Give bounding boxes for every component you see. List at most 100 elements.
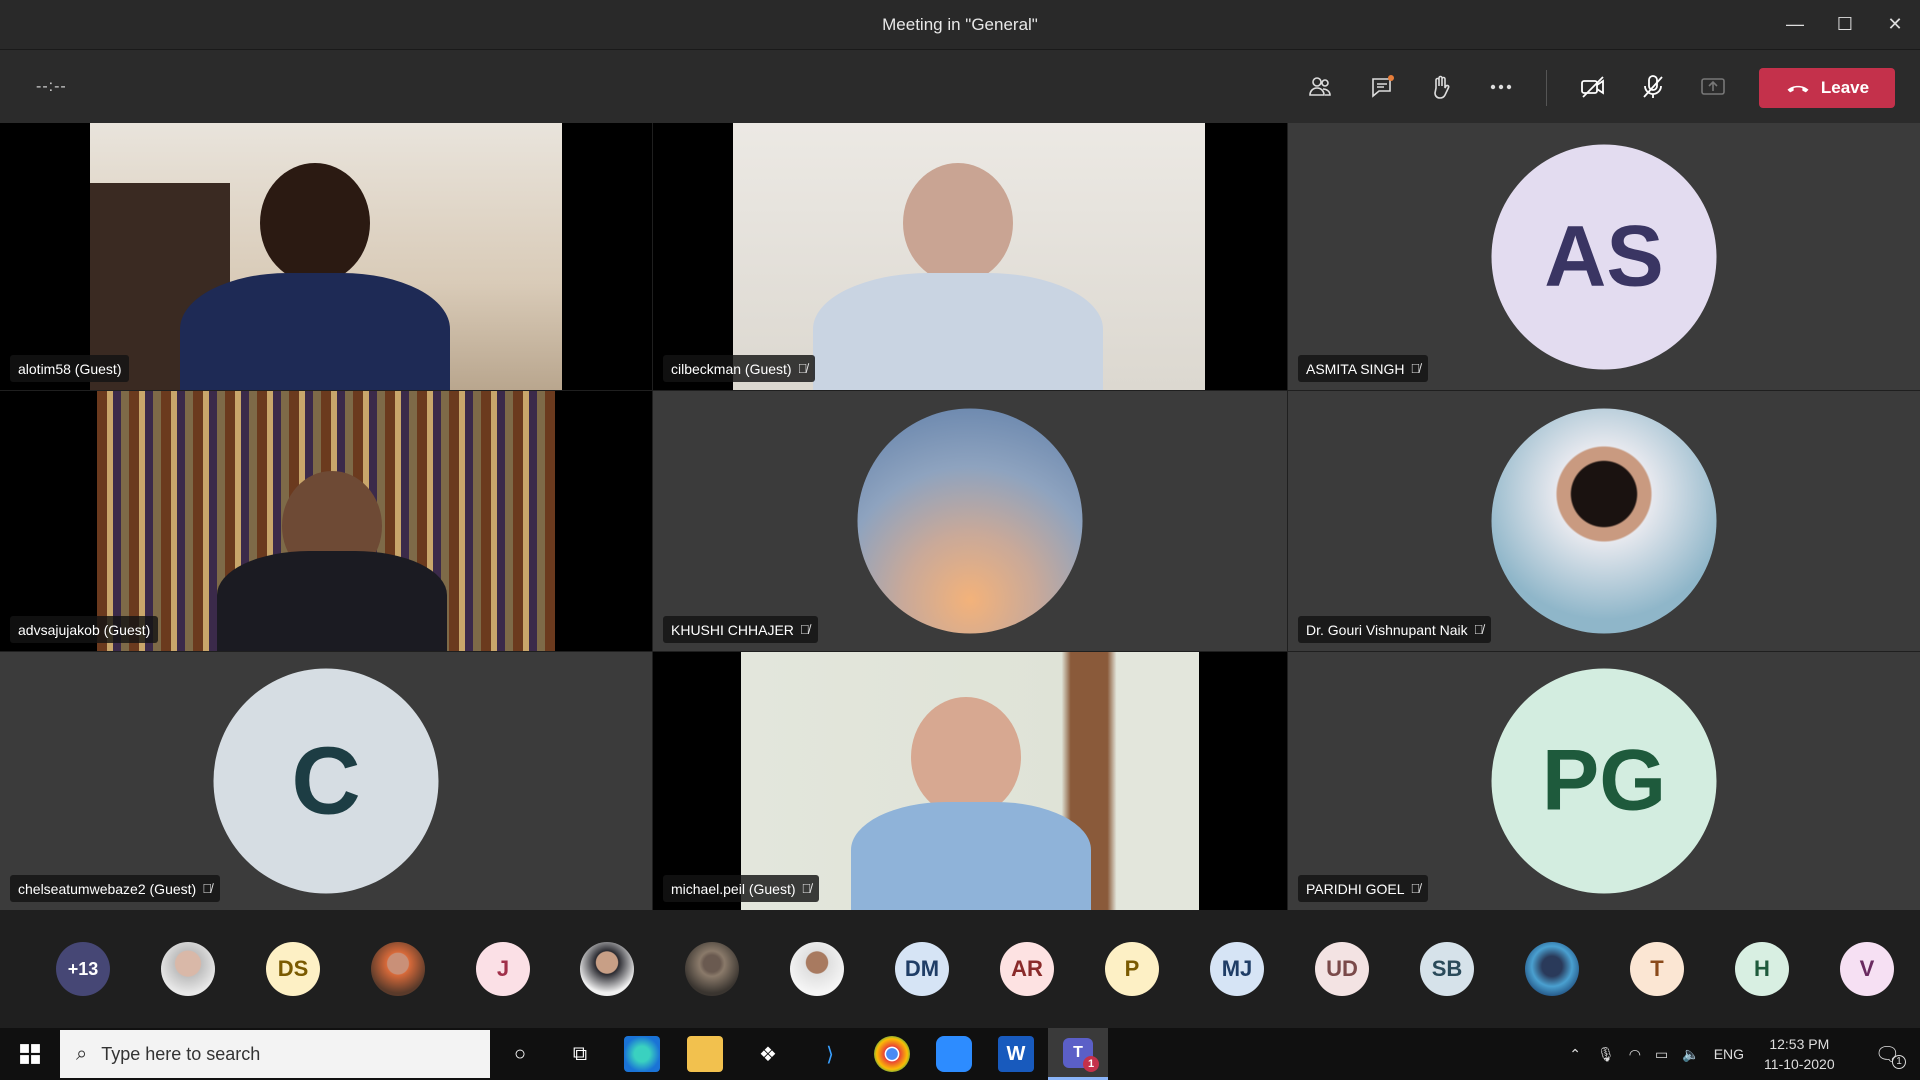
participant-name: KHUSHI CHHAJER xyxy=(671,621,794,638)
participant-photo xyxy=(1491,408,1717,634)
participant-name: cilbeckman (Guest) xyxy=(671,360,792,377)
participant-name: chelseatumwebaze2 (Guest) xyxy=(18,880,197,897)
participant-name: ASMITA SINGH xyxy=(1306,360,1405,377)
participant-name: Dr. Gouri Vishnupant Naik xyxy=(1306,621,1468,638)
participant-name: alotim58 (Guest) xyxy=(18,360,122,377)
participant-thumb[interactable]: DM xyxy=(895,942,949,996)
meeting-timer: --:-- xyxy=(36,78,67,95)
participant-tile[interactable]: alotim58 (Guest) xyxy=(0,123,652,390)
microphone-icon[interactable]: 🎙 xyxy=(1597,1046,1615,1063)
mic-muted-icon: 🎙̸ xyxy=(801,881,812,896)
system-tray: ⌃ 🎙 ◠ ▭ 🔈 ENG 12:53 PM 11-10-2020 🗨 1 xyxy=(1569,1028,1920,1080)
participant-thumb[interactable]: H xyxy=(1735,942,1789,996)
participant-thumb[interactable]: T xyxy=(1630,942,1684,996)
edge-icon[interactable] xyxy=(624,1036,660,1072)
overflow-participants[interactable]: +13 xyxy=(56,942,110,996)
participant-name-tag: Dr. Gouri Vishnupant Naik 🎙̸ xyxy=(1298,616,1492,643)
participant-tile[interactable]: cilbeckman (Guest) 🎙̸ xyxy=(653,123,1287,390)
chat-icon[interactable] xyxy=(1362,69,1402,105)
volume-icon[interactable]: 🔈 xyxy=(1682,1046,1699,1063)
participant-thumb[interactable] xyxy=(790,942,844,996)
participant-name: michael.peil (Guest) xyxy=(671,880,796,897)
battery-icon[interactable]: ▭ xyxy=(1655,1046,1668,1063)
maximize-icon[interactable]: ☐ xyxy=(1820,0,1870,49)
participant-thumb[interactable] xyxy=(1525,942,1579,996)
participant-thumb[interactable] xyxy=(580,942,634,996)
participant-thumb[interactable]: V xyxy=(1840,942,1894,996)
window-title: Meeting in "General" xyxy=(882,14,1038,34)
mic-off-icon[interactable] xyxy=(1633,69,1673,105)
language-indicator[interactable]: ENG xyxy=(1714,1046,1744,1062)
windows-start-icon[interactable] xyxy=(12,1036,48,1072)
person-body xyxy=(217,551,447,651)
participant-tile[interactable]: C chelseatumwebaze2 (Guest) 🎙̸ xyxy=(0,652,652,910)
file-explorer-icon[interactable] xyxy=(687,1036,723,1072)
participant-tile[interactable]: KHUSHI CHHAJER 🎙̸ xyxy=(653,391,1287,651)
window-controls: — ☐ ✕ xyxy=(1770,0,1920,49)
participant-tile[interactable]: advsajujakob (Guest) xyxy=(0,391,652,651)
phone-hangup-icon xyxy=(1787,85,1809,93)
participant-name-tag: KHUSHI CHHAJER 🎙̸ xyxy=(663,616,818,643)
mic-muted-icon: 🎙̸ xyxy=(1473,622,1484,637)
participant-thumb[interactable] xyxy=(371,942,425,996)
participant-thumb[interactable] xyxy=(685,942,739,996)
chevron-up-icon[interactable]: ⌃ xyxy=(1569,1046,1581,1063)
participant-thumb[interactable]: J xyxy=(476,942,530,996)
participant-name: PARIDHI GOEL xyxy=(1306,880,1405,897)
mic-muted-icon: 🎙̸ xyxy=(799,622,810,637)
clock-time: 12:53 PM xyxy=(1769,1036,1830,1052)
participant-avatar: C xyxy=(213,668,439,894)
participant-tile[interactable]: PG PARIDHI GOEL 🎙̸ xyxy=(1288,652,1920,910)
participant-name-tag: michael.peil (Guest) 🎙̸ xyxy=(663,875,820,902)
clock-date: 11-10-2020 xyxy=(1764,1056,1835,1072)
participant-thumb[interactable]: DS xyxy=(266,942,320,996)
share-screen-icon[interactable] xyxy=(1693,69,1733,105)
minimize-icon[interactable]: — xyxy=(1770,0,1820,49)
participant-name-tag: PARIDHI GOEL 🎙̸ xyxy=(1298,875,1429,902)
participant-name-tag: cilbeckman (Guest) 🎙̸ xyxy=(663,355,816,382)
cortana-icon[interactable]: ○ xyxy=(502,1036,538,1072)
search-placeholder: Type here to search xyxy=(101,1043,261,1064)
person-head xyxy=(903,163,1013,283)
video-feed xyxy=(733,123,1205,390)
leave-button[interactable]: Leave xyxy=(1759,68,1895,108)
participant-thumb[interactable]: AR xyxy=(1000,942,1054,996)
video-feed xyxy=(741,652,1199,910)
video-feed xyxy=(97,391,555,651)
participant-strip: +13 DS J DM AR P MJ UD SB T H V xyxy=(0,910,1920,1028)
participant-name-tag: chelseatumwebaze2 (Guest) 🎙̸ xyxy=(10,875,220,902)
vscode-icon[interactable]: ⟩ xyxy=(812,1036,848,1072)
notifications-icon[interactable]: 🗨 1 xyxy=(1875,1042,1906,1069)
leave-button-label: Leave xyxy=(1820,78,1870,97)
participants-icon[interactable] xyxy=(1300,69,1340,105)
more-options-icon[interactable] xyxy=(1481,69,1521,105)
close-icon[interactable]: ✕ xyxy=(1870,0,1920,49)
taskbar-search-box[interactable]: ⌕ Type here to search xyxy=(60,1030,490,1078)
participant-thumb[interactable]: MJ xyxy=(1210,942,1264,996)
participant-avatar: AS xyxy=(1491,144,1717,369)
participant-photo xyxy=(857,408,1083,634)
person-head xyxy=(260,163,370,283)
task-view-icon[interactable]: ⧉ xyxy=(562,1036,598,1072)
participant-name-tag: ASMITA SINGH 🎙̸ xyxy=(1298,355,1429,382)
participant-thumb[interactable]: UD xyxy=(1315,942,1369,996)
participant-name: advsajujakob (Guest) xyxy=(18,621,151,638)
person-body xyxy=(851,802,1091,910)
chrome-icon[interactable] xyxy=(874,1036,910,1072)
zoom-icon[interactable] xyxy=(936,1036,972,1072)
wifi-icon[interactable]: ◠ xyxy=(1629,1046,1641,1063)
participant-tile[interactable]: AS ASMITA SINGH 🎙̸ xyxy=(1288,123,1920,390)
participant-tile[interactable]: michael.peil (Guest) 🎙̸ xyxy=(653,652,1287,910)
mic-muted-icon: 🎙̸ xyxy=(202,881,212,896)
word-icon[interactable]: W xyxy=(998,1036,1034,1072)
camera-off-icon[interactable] xyxy=(1573,69,1613,105)
raise-hand-icon[interactable] xyxy=(1421,69,1461,105)
participant-thumb[interactable]: SB xyxy=(1420,942,1474,996)
participant-thumb[interactable]: P xyxy=(1105,942,1159,996)
dropbox-icon[interactable]: ❖ xyxy=(750,1036,786,1072)
participant-thumb[interactable] xyxy=(161,942,215,996)
teams-taskbar-button[interactable]: T1 xyxy=(1048,1028,1108,1080)
taskbar-clock[interactable]: 12:53 PM 11-10-2020 xyxy=(1764,1034,1835,1074)
teams-badge: 1 xyxy=(1083,1055,1099,1072)
participant-tile[interactable]: Dr. Gouri Vishnupant Naik 🎙̸ xyxy=(1288,391,1920,651)
